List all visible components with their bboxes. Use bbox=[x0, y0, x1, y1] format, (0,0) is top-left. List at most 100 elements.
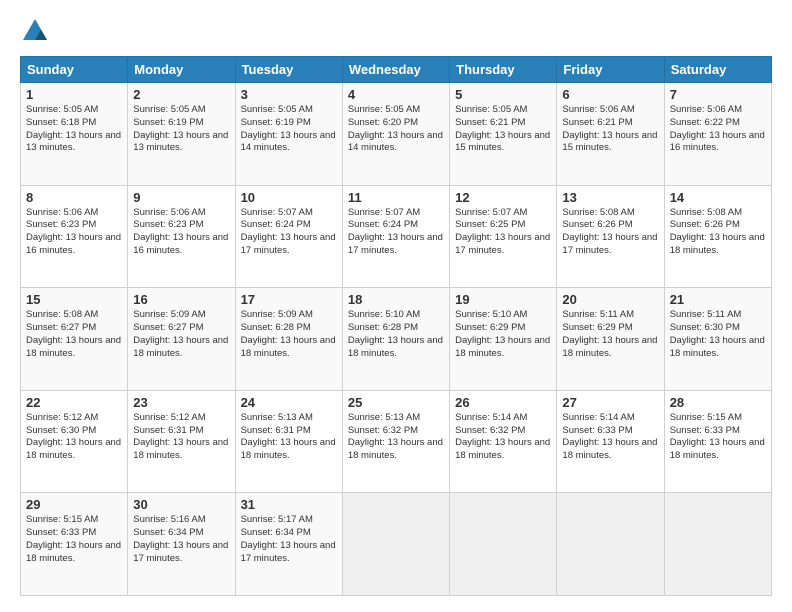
cell-info: Sunrise: 5:08 AMSunset: 6:26 PMDaylight:… bbox=[562, 207, 657, 256]
cell-0-5: 6 Sunrise: 5:06 AMSunset: 6:21 PMDayligh… bbox=[557, 83, 664, 186]
cell-4-5 bbox=[557, 493, 664, 596]
cell-info: Sunrise: 5:05 AMSunset: 6:21 PMDaylight:… bbox=[455, 104, 550, 153]
cell-info: Sunrise: 5:09 AMSunset: 6:27 PMDaylight:… bbox=[133, 309, 228, 358]
day-number: 6 bbox=[562, 87, 658, 102]
day-number: 19 bbox=[455, 292, 551, 307]
cell-2-5: 20 Sunrise: 5:11 AMSunset: 6:29 PMDaylig… bbox=[557, 288, 664, 391]
cell-info: Sunrise: 5:12 AMSunset: 6:31 PMDaylight:… bbox=[133, 412, 228, 461]
cell-0-1: 2 Sunrise: 5:05 AMSunset: 6:19 PMDayligh… bbox=[128, 83, 235, 186]
cell-info: Sunrise: 5:13 AMSunset: 6:32 PMDaylight:… bbox=[348, 412, 443, 461]
cell-info: Sunrise: 5:05 AMSunset: 6:18 PMDaylight:… bbox=[26, 104, 121, 153]
day-number: 8 bbox=[26, 190, 122, 205]
cell-info: Sunrise: 5:11 AMSunset: 6:30 PMDaylight:… bbox=[670, 309, 765, 358]
cell-0-3: 4 Sunrise: 5:05 AMSunset: 6:20 PMDayligh… bbox=[342, 83, 449, 186]
week-row-4: 22 Sunrise: 5:12 AMSunset: 6:30 PMDaylig… bbox=[21, 390, 772, 493]
cell-info: Sunrise: 5:09 AMSunset: 6:28 PMDaylight:… bbox=[241, 309, 336, 358]
day-number: 26 bbox=[455, 395, 551, 410]
cell-3-6: 28 Sunrise: 5:15 AMSunset: 6:33 PMDaylig… bbox=[664, 390, 771, 493]
col-tuesday: Tuesday bbox=[235, 57, 342, 83]
day-number: 7 bbox=[670, 87, 766, 102]
cell-info: Sunrise: 5:05 AMSunset: 6:19 PMDaylight:… bbox=[241, 104, 336, 153]
cell-1-0: 8 Sunrise: 5:06 AMSunset: 6:23 PMDayligh… bbox=[21, 185, 128, 288]
week-row-1: 1 Sunrise: 5:05 AMSunset: 6:18 PMDayligh… bbox=[21, 83, 772, 186]
cell-info: Sunrise: 5:06 AMSunset: 6:23 PMDaylight:… bbox=[133, 207, 228, 256]
cell-0-6: 7 Sunrise: 5:06 AMSunset: 6:22 PMDayligh… bbox=[664, 83, 771, 186]
col-thursday: Thursday bbox=[450, 57, 557, 83]
cell-info: Sunrise: 5:07 AMSunset: 6:25 PMDaylight:… bbox=[455, 207, 550, 256]
page: Sunday Monday Tuesday Wednesday Thursday… bbox=[0, 0, 792, 612]
cell-info: Sunrise: 5:14 AMSunset: 6:32 PMDaylight:… bbox=[455, 412, 550, 461]
day-number: 14 bbox=[670, 190, 766, 205]
col-monday: Monday bbox=[128, 57, 235, 83]
day-number: 24 bbox=[241, 395, 337, 410]
day-number: 27 bbox=[562, 395, 658, 410]
cell-2-3: 18 Sunrise: 5:10 AMSunset: 6:28 PMDaylig… bbox=[342, 288, 449, 391]
day-number: 12 bbox=[455, 190, 551, 205]
day-number: 9 bbox=[133, 190, 229, 205]
day-number: 15 bbox=[26, 292, 122, 307]
cell-info: Sunrise: 5:10 AMSunset: 6:28 PMDaylight:… bbox=[348, 309, 443, 358]
day-number: 4 bbox=[348, 87, 444, 102]
cell-3-5: 27 Sunrise: 5:14 AMSunset: 6:33 PMDaylig… bbox=[557, 390, 664, 493]
cell-1-2: 10 Sunrise: 5:07 AMSunset: 6:24 PMDaylig… bbox=[235, 185, 342, 288]
day-number: 25 bbox=[348, 395, 444, 410]
cell-2-2: 17 Sunrise: 5:09 AMSunset: 6:28 PMDaylig… bbox=[235, 288, 342, 391]
cell-3-1: 23 Sunrise: 5:12 AMSunset: 6:31 PMDaylig… bbox=[128, 390, 235, 493]
cell-4-0: 29 Sunrise: 5:15 AMSunset: 6:33 PMDaylig… bbox=[21, 493, 128, 596]
day-number: 28 bbox=[670, 395, 766, 410]
cell-info: Sunrise: 5:11 AMSunset: 6:29 PMDaylight:… bbox=[562, 309, 657, 358]
col-sunday: Sunday bbox=[21, 57, 128, 83]
cell-info: Sunrise: 5:05 AMSunset: 6:20 PMDaylight:… bbox=[348, 104, 443, 153]
day-number: 20 bbox=[562, 292, 658, 307]
day-number: 17 bbox=[241, 292, 337, 307]
calendar-table: Sunday Monday Tuesday Wednesday Thursday… bbox=[20, 56, 772, 596]
week-row-2: 8 Sunrise: 5:06 AMSunset: 6:23 PMDayligh… bbox=[21, 185, 772, 288]
cell-1-4: 12 Sunrise: 5:07 AMSunset: 6:25 PMDaylig… bbox=[450, 185, 557, 288]
day-number: 18 bbox=[348, 292, 444, 307]
cell-3-3: 25 Sunrise: 5:13 AMSunset: 6:32 PMDaylig… bbox=[342, 390, 449, 493]
day-number: 21 bbox=[670, 292, 766, 307]
cell-info: Sunrise: 5:08 AMSunset: 6:26 PMDaylight:… bbox=[670, 207, 765, 256]
col-saturday: Saturday bbox=[664, 57, 771, 83]
day-number: 13 bbox=[562, 190, 658, 205]
cell-info: Sunrise: 5:06 AMSunset: 6:21 PMDaylight:… bbox=[562, 104, 657, 153]
cell-info: Sunrise: 5:14 AMSunset: 6:33 PMDaylight:… bbox=[562, 412, 657, 461]
cell-info: Sunrise: 5:06 AMSunset: 6:22 PMDaylight:… bbox=[670, 104, 765, 153]
cell-info: Sunrise: 5:15 AMSunset: 6:33 PMDaylight:… bbox=[670, 412, 765, 461]
header bbox=[20, 16, 772, 46]
day-number: 5 bbox=[455, 87, 551, 102]
cell-1-1: 9 Sunrise: 5:06 AMSunset: 6:23 PMDayligh… bbox=[128, 185, 235, 288]
week-row-5: 29 Sunrise: 5:15 AMSunset: 6:33 PMDaylig… bbox=[21, 493, 772, 596]
logo bbox=[20, 16, 56, 46]
col-wednesday: Wednesday bbox=[342, 57, 449, 83]
day-number: 29 bbox=[26, 497, 122, 512]
cell-3-2: 24 Sunrise: 5:13 AMSunset: 6:31 PMDaylig… bbox=[235, 390, 342, 493]
cell-info: Sunrise: 5:16 AMSunset: 6:34 PMDaylight:… bbox=[133, 514, 228, 563]
cell-info: Sunrise: 5:06 AMSunset: 6:23 PMDaylight:… bbox=[26, 207, 121, 256]
cell-0-2: 3 Sunrise: 5:05 AMSunset: 6:19 PMDayligh… bbox=[235, 83, 342, 186]
cell-info: Sunrise: 5:07 AMSunset: 6:24 PMDaylight:… bbox=[241, 207, 336, 256]
cell-info: Sunrise: 5:13 AMSunset: 6:31 PMDaylight:… bbox=[241, 412, 336, 461]
day-number: 22 bbox=[26, 395, 122, 410]
cell-4-2: 31 Sunrise: 5:17 AMSunset: 6:34 PMDaylig… bbox=[235, 493, 342, 596]
col-friday: Friday bbox=[557, 57, 664, 83]
day-number: 31 bbox=[241, 497, 337, 512]
day-number: 30 bbox=[133, 497, 229, 512]
day-number: 3 bbox=[241, 87, 337, 102]
cell-1-5: 13 Sunrise: 5:08 AMSunset: 6:26 PMDaylig… bbox=[557, 185, 664, 288]
cell-1-6: 14 Sunrise: 5:08 AMSunset: 6:26 PMDaylig… bbox=[664, 185, 771, 288]
cell-4-1: 30 Sunrise: 5:16 AMSunset: 6:34 PMDaylig… bbox=[128, 493, 235, 596]
cell-4-6 bbox=[664, 493, 771, 596]
cell-3-4: 26 Sunrise: 5:14 AMSunset: 6:32 PMDaylig… bbox=[450, 390, 557, 493]
day-number: 1 bbox=[26, 87, 122, 102]
cell-4-4 bbox=[450, 493, 557, 596]
cell-info: Sunrise: 5:07 AMSunset: 6:24 PMDaylight:… bbox=[348, 207, 443, 256]
cell-info: Sunrise: 5:12 AMSunset: 6:30 PMDaylight:… bbox=[26, 412, 121, 461]
cell-0-0: 1 Sunrise: 5:05 AMSunset: 6:18 PMDayligh… bbox=[21, 83, 128, 186]
cell-2-1: 16 Sunrise: 5:09 AMSunset: 6:27 PMDaylig… bbox=[128, 288, 235, 391]
cell-2-6: 21 Sunrise: 5:11 AMSunset: 6:30 PMDaylig… bbox=[664, 288, 771, 391]
cell-1-3: 11 Sunrise: 5:07 AMSunset: 6:24 PMDaylig… bbox=[342, 185, 449, 288]
calendar-body: 1 Sunrise: 5:05 AMSunset: 6:18 PMDayligh… bbox=[21, 83, 772, 596]
calendar: Sunday Monday Tuesday Wednesday Thursday… bbox=[20, 56, 772, 596]
logo-icon bbox=[20, 16, 50, 46]
